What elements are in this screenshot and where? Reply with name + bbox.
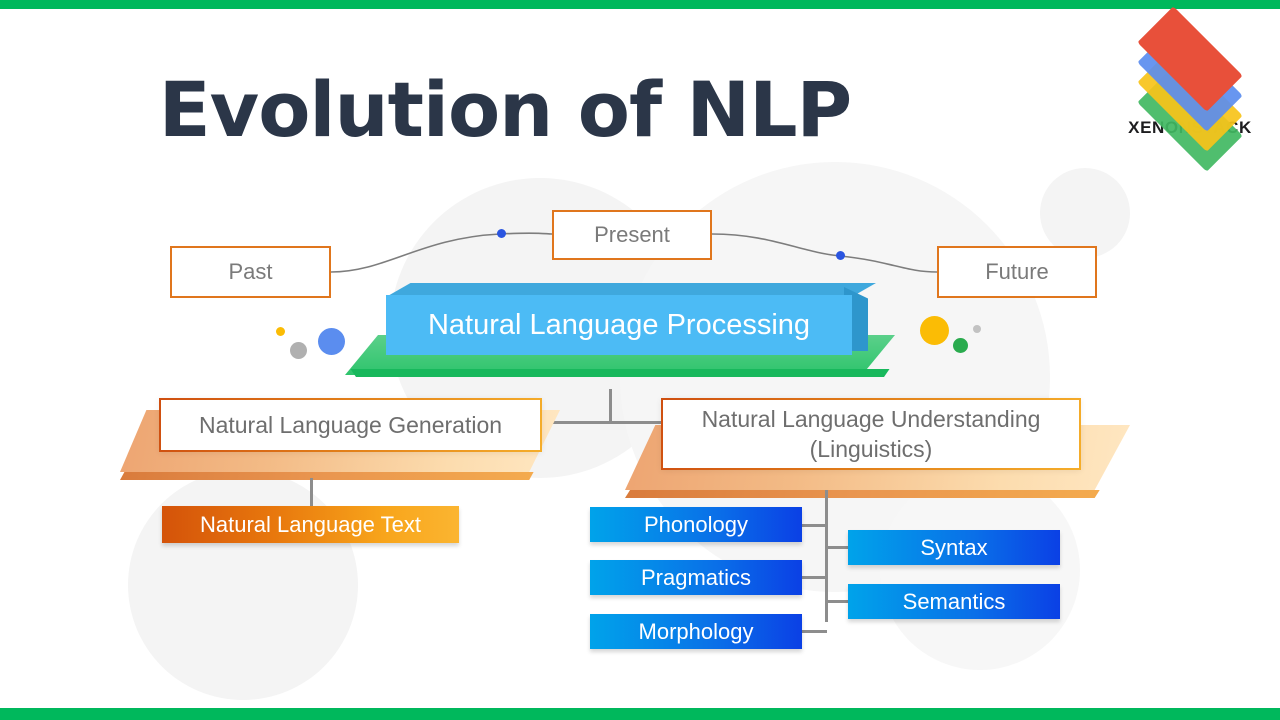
timeline-marker-dot bbox=[836, 251, 845, 260]
connector-nlg-to-text bbox=[310, 478, 313, 508]
timeline-item-past[interactable]: Past bbox=[170, 246, 331, 298]
nlu-label-line1: Natural Language Understanding bbox=[701, 405, 1041, 432]
node-semantics[interactable]: Semantics bbox=[848, 584, 1060, 619]
node-natural-language-text[interactable]: Natural Language Text bbox=[162, 506, 459, 543]
timeline-label: Past bbox=[228, 259, 273, 284]
leaf-label: Semantics bbox=[902, 588, 1006, 614]
connector-to-phonology bbox=[801, 524, 827, 527]
page-title: Evolution of NLP bbox=[158, 65, 852, 154]
decor-dot-gray bbox=[290, 342, 307, 359]
bottom-accent-bar bbox=[0, 708, 1280, 720]
decor-dot-yellow bbox=[276, 327, 285, 336]
leaf-label: Syntax bbox=[920, 534, 988, 560]
node-natural-language-generation[interactable]: Natural Language Generation bbox=[159, 398, 542, 452]
timeline-item-present[interactable]: Present bbox=[552, 210, 712, 260]
nlp-label: Natural Language Processing bbox=[427, 308, 811, 341]
node-pragmatics[interactable]: Pragmatics bbox=[590, 560, 802, 595]
nlu-label-line2: (Linguistics) bbox=[809, 436, 933, 462]
bg-blob bbox=[880, 470, 1080, 670]
brand-logo: XENONSTACK bbox=[1120, 6, 1260, 172]
decor-dot-green bbox=[953, 338, 968, 353]
stack-icon bbox=[1120, 6, 1260, 172]
top-accent-bar bbox=[0, 0, 1280, 9]
node-syntax[interactable]: Syntax bbox=[848, 530, 1060, 565]
decor-dot-amber bbox=[920, 316, 949, 345]
nlp-platform-edge bbox=[350, 369, 890, 377]
connector-to-pragmatics bbox=[801, 576, 827, 579]
bg-blob bbox=[128, 470, 358, 700]
node-natural-language-understanding[interactable]: Natural Language Understanding (Linguist… bbox=[661, 398, 1081, 470]
timeline-marker-dot bbox=[497, 229, 506, 238]
leaf-label: Phonology bbox=[644, 511, 748, 537]
nlg-label: Natural Language Generation bbox=[198, 411, 503, 438]
node-morphology[interactable]: Morphology bbox=[590, 614, 802, 649]
timeline-label: Present bbox=[594, 222, 670, 247]
connector-root-trunk bbox=[609, 389, 612, 423]
leaf-label: Morphology bbox=[638, 618, 754, 644]
bg-blob bbox=[1040, 168, 1130, 258]
timeline-label: Future bbox=[985, 259, 1049, 284]
nlu-platform-edge bbox=[625, 490, 1100, 498]
node-phonology[interactable]: Phonology bbox=[590, 507, 802, 542]
timeline-item-future[interactable]: Future bbox=[937, 246, 1097, 298]
nlp-block-face: Natural Language Processing bbox=[386, 295, 852, 355]
nlg-platform-edge bbox=[120, 472, 534, 480]
decor-dot-gray bbox=[973, 325, 981, 333]
leaf-label: Pragmatics bbox=[640, 564, 752, 590]
node-natural-language-processing[interactable]: Natural Language Processing bbox=[340, 283, 900, 393]
leaf-label: Natural Language Text bbox=[200, 511, 421, 537]
connector-to-morphology bbox=[801, 630, 827, 633]
